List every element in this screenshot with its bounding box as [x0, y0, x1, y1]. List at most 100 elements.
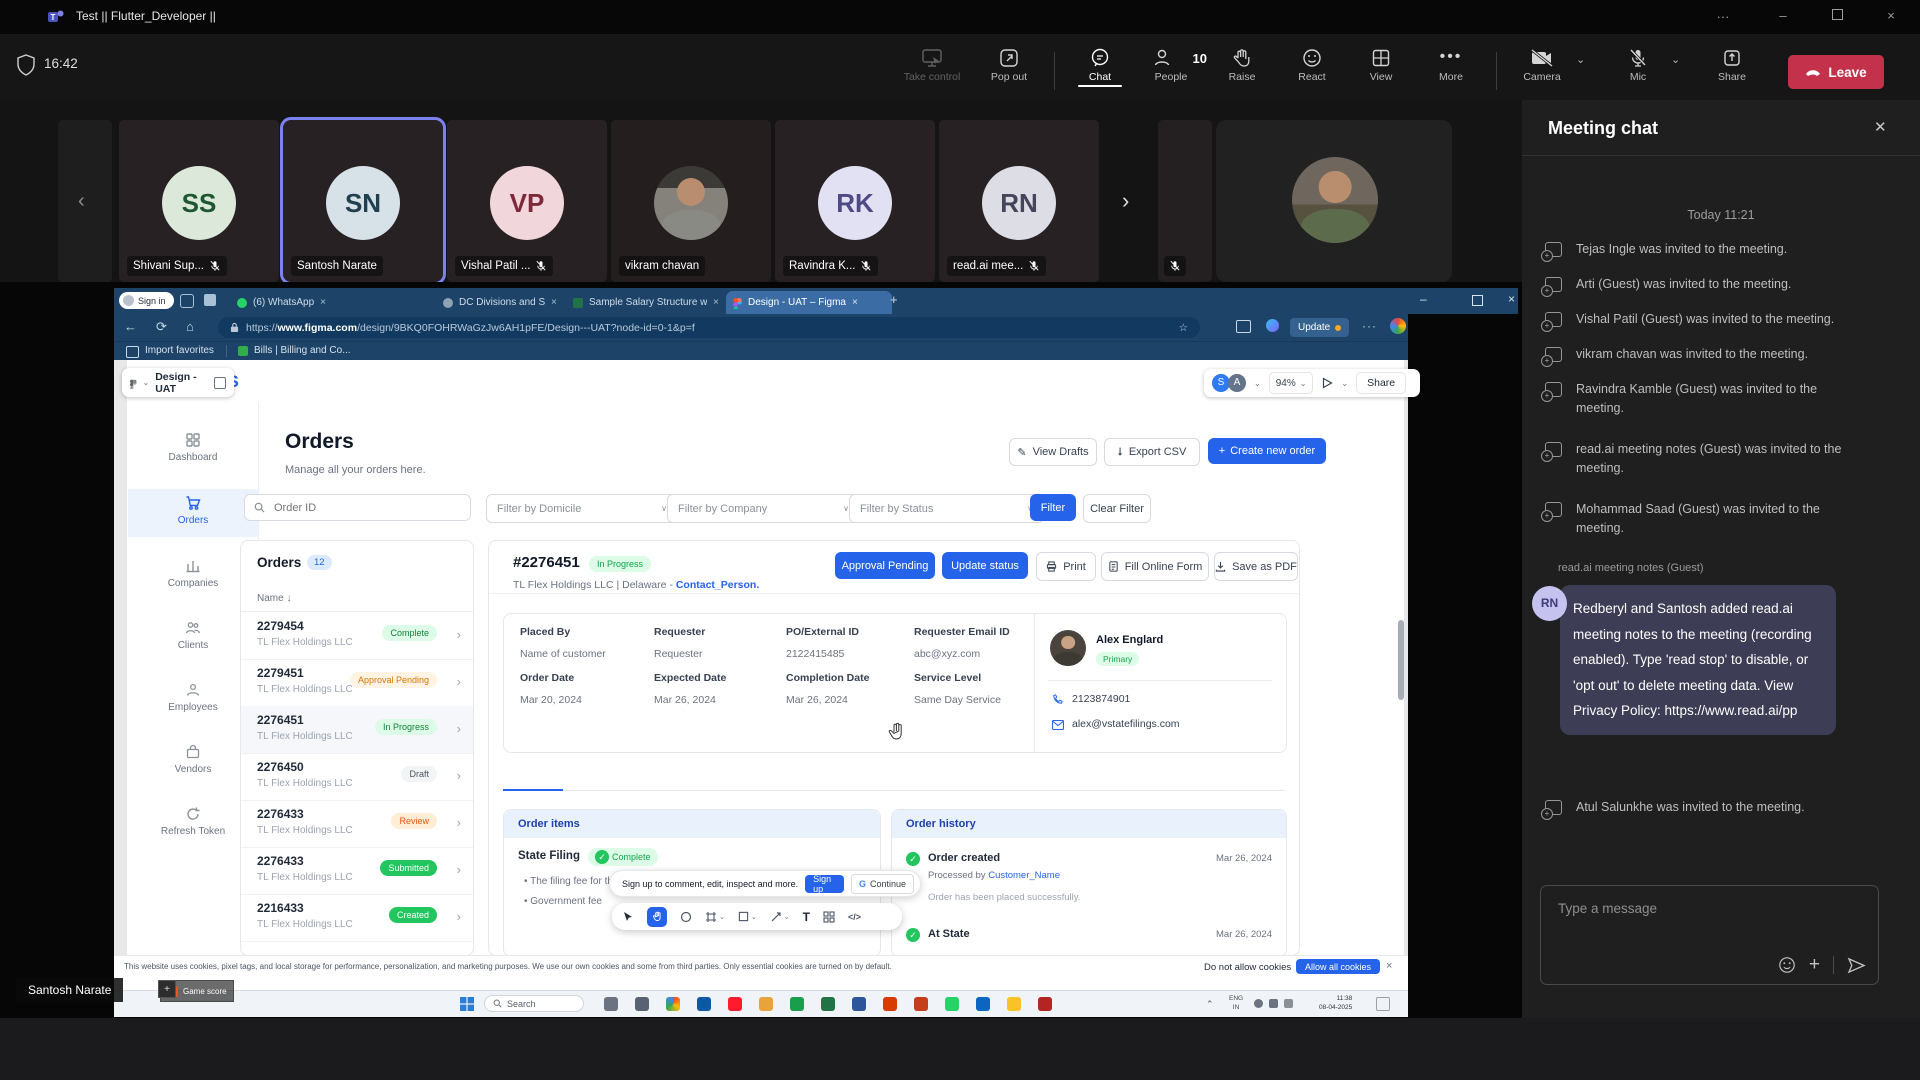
filter-clear-button[interactable]: Clear Filter: [1083, 494, 1151, 523]
video-tile[interactable]: SS Shivani Sup...: [119, 120, 279, 282]
send-icon[interactable]: [1847, 957, 1866, 974]
name-column-header[interactable]: Name ↓: [257, 593, 291, 604]
copilot-icon[interactable]: [1266, 319, 1279, 332]
fill-online-form-button[interactable]: Fill Online Form: [1101, 552, 1209, 581]
allow-cookies-button[interactable]: Allow all cookies: [1296, 959, 1380, 974]
text-tool-icon[interactable]: T: [803, 910, 810, 924]
chat-button[interactable]: Chat: [1068, 48, 1132, 87]
layout-panel-icon[interactable]: [214, 377, 226, 389]
browser-maximize-icon[interactable]: [1472, 295, 1483, 306]
sidebar-item-dashboard[interactable]: Dashboard: [128, 432, 258, 463]
order-row[interactable]: 2279451TL Flex Holdings LLC Approval Pen…: [241, 659, 473, 707]
camera-chevron-icon[interactable]: ⌄: [1576, 53, 1585, 66]
view-button[interactable]: View: [1349, 48, 1413, 83]
order-row[interactable]: 2216433TL Flex Holdings LLC Created›: [241, 894, 473, 942]
video-tile-spotlight[interactable]: [1216, 120, 1452, 282]
save-as-pdf-button[interactable]: Save as PDF: [1214, 552, 1298, 581]
tab-close-icon[interactable]: ×: [551, 297, 557, 308]
more-button[interactable]: ••• More: [1419, 48, 1483, 83]
hand-tool-icon[interactable]: [647, 907, 667, 927]
browser-tab[interactable]: (6) WhatsApp ×: [230, 291, 392, 314]
browser-tab-active[interactable]: Design - UAT – Figma ×: [726, 291, 892, 314]
order-id-search[interactable]: [244, 494, 471, 521]
address-bar[interactable]: https://www.figma.com/design/9BKQ0FOHRWa…: [218, 317, 1200, 338]
bookmark-item[interactable]: Bills | Billing and Co...: [254, 345, 351, 356]
sidebar-item-orders[interactable]: Orders: [128, 495, 258, 526]
browser-menu-icon[interactable]: ···: [1362, 319, 1377, 333]
order-id-input[interactable]: [272, 501, 446, 515]
emoji-icon[interactable]: [1778, 956, 1796, 974]
sidebar-item-companies[interactable]: Companies: [128, 558, 258, 589]
view-drafts-button[interactable]: ✎View Drafts: [1009, 438, 1097, 466]
contact-phone[interactable]: 2123874901: [1072, 693, 1130, 705]
sidebar-item-clients[interactable]: Clients: [128, 620, 258, 651]
chat-close-icon[interactable]: ✕: [1874, 118, 1887, 136]
window-more-icon[interactable]: ···: [1706, 9, 1740, 24]
contact-person-link[interactable]: Contact_Person.: [676, 579, 759, 591]
video-tile[interactable]: RK Ravindra K...: [775, 120, 935, 282]
zoom-control[interactable]: 94%⌄: [1269, 372, 1314, 394]
order-row-selected[interactable]: 2276451TL Flex Holdings LLC In Progress›: [241, 706, 473, 754]
figma-file-pill[interactable]: ⌄ Design - UAT: [122, 368, 234, 397]
frame-tool[interactable]: ⌄: [705, 911, 725, 923]
home-icon[interactable]: ⌂: [186, 319, 194, 334]
customer-link[interactable]: Customer_Name: [988, 870, 1060, 881]
sidebar-item-refresh-token[interactable]: Refresh Token: [128, 806, 258, 837]
react-button[interactable]: React: [1280, 48, 1344, 83]
cursor-tool-icon[interactable]: [622, 911, 634, 923]
tab-close-icon[interactable]: ×: [320, 297, 326, 308]
new-tab-icon[interactable]: +: [890, 292, 898, 307]
google-continue-button[interactable]: GContinue: [851, 874, 914, 894]
figma-share-button[interactable]: Share: [1356, 372, 1406, 394]
tab-search-icon[interactable]: [180, 294, 194, 308]
maximize-icon[interactable]: [1820, 9, 1854, 23]
filter-company-dropdown[interactable]: Filter by Company∨: [667, 494, 860, 523]
order-row[interactable]: 2276450TL Flex Holdings LLC Draft›: [241, 753, 473, 801]
video-tile-partial-left[interactable]: [58, 120, 112, 282]
browser-avatar[interactable]: [1390, 318, 1406, 334]
connector-tool[interactable]: ⌄: [770, 911, 790, 923]
sidebar-item-vendors[interactable]: Vendors: [128, 744, 258, 775]
browser-minimize-icon[interactable]: –: [1420, 292, 1427, 306]
present-chevron-icon[interactable]: ⌄: [1341, 379, 1348, 388]
browser-close-icon[interactable]: ×: [1508, 292, 1515, 306]
approval-pending-button[interactable]: Approval Pending: [835, 552, 935, 579]
strip-left-chevron-icon[interactable]: ‹: [78, 190, 85, 213]
print-button[interactable]: Print: [1036, 552, 1096, 581]
signup-button[interactable]: Sign up: [805, 875, 844, 893]
refresh-icon[interactable]: ⟳: [156, 319, 167, 335]
mic-chevron-icon[interactable]: ⌄: [1671, 53, 1680, 66]
filter-apply-button[interactable]: Filter: [1030, 494, 1076, 521]
order-row[interactable]: 2276433TL Flex Holdings LLC Submitted›: [241, 847, 473, 895]
mic-button[interactable]: Mic: [1606, 48, 1670, 83]
split-screen-icon[interactable]: [1236, 320, 1251, 333]
attach-plus-icon[interactable]: +: [1809, 956, 1820, 974]
present-icon[interactable]: [1321, 377, 1333, 389]
video-tile-active[interactable]: SN Santosh Narate: [283, 120, 443, 282]
people-button[interactable]: 10 People: [1135, 48, 1207, 83]
back-icon[interactable]: ←: [124, 319, 137, 334]
update-status-button[interactable]: Update status: [942, 552, 1028, 579]
cookie-close-icon[interactable]: ×: [1386, 960, 1392, 972]
widgets-tool-icon[interactable]: [823, 911, 835, 923]
scrollbar[interactable]: [1398, 620, 1404, 700]
video-tile[interactable]: VP Vishal Patil ...: [447, 120, 607, 282]
export-csv-button[interactable]: ⭣Export CSV: [1104, 438, 1200, 466]
chat-message-input[interactable]: [1556, 900, 1863, 917]
create-order-button[interactable]: +Create new order: [1208, 438, 1326, 464]
favorites-star-icon[interactable]: ☆: [1179, 322, 1188, 334]
order-row[interactable]: 2276433TL Flex Holdings LLC Review›: [241, 800, 473, 848]
video-tile[interactable]: RN read.ai mee...: [939, 120, 1099, 282]
code-tool-icon[interactable]: </>: [848, 912, 861, 922]
leave-button[interactable]: Leave: [1788, 55, 1884, 89]
collaborator-avatar[interactable]: A: [1228, 374, 1246, 392]
deny-cookies-button[interactable]: Do not allow cookies: [1204, 962, 1291, 973]
share-button[interactable]: Share: [1700, 48, 1764, 83]
minimize-icon[interactable]: –: [1766, 8, 1800, 23]
raise-button[interactable]: Raise: [1210, 48, 1274, 83]
tab-close-icon[interactable]: ×: [713, 297, 719, 308]
avatars-chevron-icon[interactable]: ⌄: [1254, 379, 1261, 388]
filter-status-dropdown[interactable]: Filter by Status∨: [849, 494, 1044, 523]
order-row[interactable]: 2279454TL Flex Holdings LLC Complete›: [241, 612, 473, 660]
shape-tool[interactable]: ⌄: [738, 911, 757, 922]
